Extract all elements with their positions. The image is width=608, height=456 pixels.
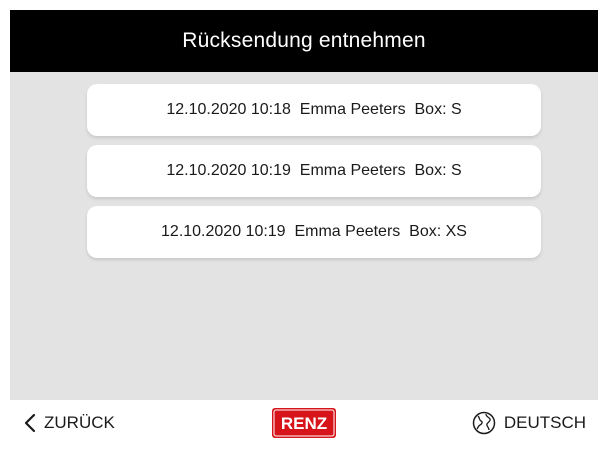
return-item[interactable]: 12.10.2020 10:18 Emma Peeters Box: S [87,84,541,136]
return-item[interactable]: 12.10.2020 10:19 Emma Peeters Box: XS [87,206,541,258]
page-title: Rücksendung entnehmen [182,29,426,52]
back-button[interactable]: ZURÜCK [24,409,115,437]
header: Rücksendung entnehmen [10,10,598,72]
return-item-label: 12.10.2020 10:19 Emma Peeters Box: XS [161,223,467,240]
logo-text: RENZ [281,414,327,433]
return-item-label: 12.10.2020 10:19 Emma Peeters Box: S [166,162,462,179]
language-button[interactable]: DEUTSCH [472,409,586,437]
globe-icon [472,411,496,435]
screen: Rücksendung entnehmen 12.10.2020 10:18 E… [10,10,598,446]
return-item[interactable]: 12.10.2020 10:19 Emma Peeters Box: S [87,145,541,197]
footer: ZURÜCK RENZ DEUTSCH [10,400,598,446]
back-label: ZURÜCK [44,413,115,432]
language-label: DEUTSCH [503,413,586,432]
chevron-left-icon [24,413,36,433]
return-list: 12.10.2020 10:18 Emma Peeters Box: S 12.… [10,72,598,400]
renz-logo: RENZ [272,408,336,438]
return-item-label: 12.10.2020 10:18 Emma Peeters Box: S [166,101,462,118]
